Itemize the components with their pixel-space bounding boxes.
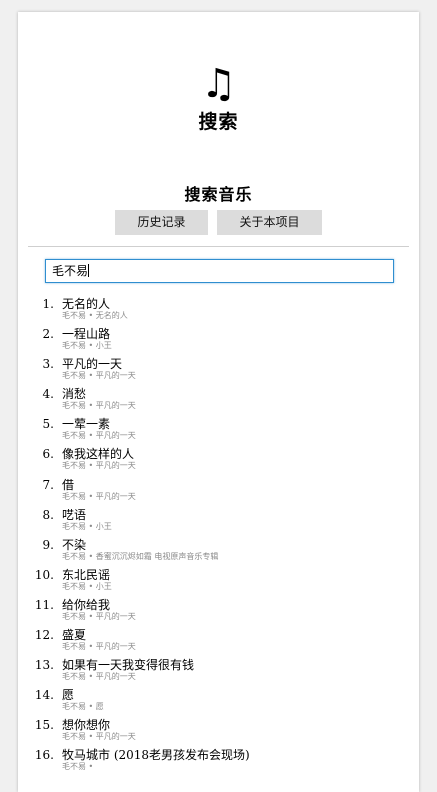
song-title[interactable]: 给你给我 — [62, 597, 110, 613]
result-number: 14. — [34, 688, 54, 703]
result-number: 15. — [34, 718, 54, 733]
result-number: 10. — [34, 567, 54, 582]
song-artist-album: 毛不易 • 平凡的一天 — [62, 491, 136, 501]
song-artist-album: 毛不易 • 平凡的一天 — [62, 642, 136, 652]
song-title[interactable]: 平凡的一天 — [62, 356, 122, 372]
song-artist-album: 毛不易 • 小王 — [62, 341, 112, 351]
app-page: ♫ 搜索 搜索音乐 历史记录 关于本项目 毛不易 1. 无名的人 毛不易 • 无名的… — [18, 12, 419, 792]
result-number: 9. — [42, 537, 54, 552]
song-artist-album: 毛不易 • 香蜜沉沉烬如霜 电视原声音乐专辑 — [62, 551, 219, 561]
song-title[interactable]: 借 — [62, 477, 74, 493]
result-item[interactable]: 2. 一程山路 毛不易 • 小王 — [18, 326, 419, 356]
song-title[interactable]: 东北民谣 — [62, 567, 110, 583]
result-number: 4. — [42, 387, 54, 402]
result-item[interactable]: 3. 平凡的一天 毛不易 • 平凡的一天 — [18, 356, 419, 386]
result-item[interactable]: 8. 呓语 毛不易 • 小王 — [18, 507, 419, 537]
result-item[interactable]: 12. 盛夏 毛不易 • 平凡的一天 — [18, 627, 419, 657]
result-number: 3. — [42, 357, 54, 372]
search-section-title: 搜索音乐 — [184, 185, 253, 204]
song-artist-album: 毛不易 • 小王 — [62, 521, 112, 531]
page-title: 搜索 — [198, 111, 239, 133]
results-list: 1. 无名的人 毛不易 • 无名的人 2. 一程山路 毛不易 • 小王 3. 平凡的一天 毛不易… — [18, 296, 419, 778]
song-artist-album: 毛不易 • 平凡的一天 — [62, 401, 136, 411]
song-title[interactable]: 如果有一天我变得很有钱 — [62, 657, 194, 673]
result-item[interactable]: 10. 东北民谣 毛不易 • 小王 — [18, 567, 419, 597]
song-artist-album: 毛不易 • 平凡的一天 — [62, 672, 136, 682]
song-title[interactable]: 牧马城市 (2018老男孩发布会现场) — [62, 747, 250, 763]
song-title[interactable]: 消愁 — [62, 386, 86, 402]
song-title[interactable]: 愿 — [62, 687, 74, 703]
result-item[interactable]: 5. 一荤一素 毛不易 • 平凡的一天 — [18, 416, 419, 446]
about-button[interactable]: 关于本项目 — [217, 210, 322, 235]
song-artist-album: 毛不易 • 平凡的一天 — [62, 611, 136, 621]
song-title[interactable]: 不染 — [62, 537, 86, 553]
song-title[interactable]: 一程山路 — [62, 326, 110, 342]
result-number: 1. — [42, 297, 54, 311]
song-artist-album: 毛不易 • 愿 — [62, 702, 104, 712]
result-item[interactable]: 9. 不染 毛不易 • 香蜜沉沉烬如霜 电视原声音乐专辑 — [18, 537, 419, 567]
song-artist-album: 毛不易 • — [62, 762, 94, 772]
result-item[interactable]: 7. 借毛不易 • 平凡的一天 — [18, 477, 419, 507]
song-artist-album: 毛不易 • 平凡的一天 — [62, 732, 136, 742]
result-number: 11. — [34, 597, 54, 612]
song-artist-album: 毛不易 • 无名的人 — [62, 311, 128, 320]
result-item[interactable]: 1. 无名的人 毛不易 • 无名的人 — [18, 296, 419, 326]
song-title[interactable]: 呓语 — [62, 507, 86, 523]
result-number: 6. — [42, 447, 54, 462]
song-title[interactable]: 盛夏 — [62, 627, 86, 643]
song-title[interactable]: 想你想你 — [62, 717, 110, 733]
result-item[interactable]: 16. 牧马城市 (2018老男孩发布会现场) 毛不易 • — [18, 747, 419, 777]
song-title[interactable]: 一荤一素 — [62, 416, 110, 432]
music-note-icon: ♫ — [200, 61, 237, 107]
search-input[interactable]: 毛不易 — [45, 259, 394, 283]
result-number: 16. — [34, 748, 54, 763]
result-item[interactable]: 6. 像我这样的人 毛不易 • 平凡的一天 — [18, 446, 419, 476]
result-item[interactable]: 15. 想你想你 毛不易 • 平凡的一天 — [18, 717, 419, 747]
result-item[interactable]: 14. 愿毛不易 • 愿 — [18, 687, 419, 717]
result-item[interactable]: 11. 给你给我 毛不易 • 平凡的一天 — [18, 597, 419, 627]
result-item[interactable]: 4. 消愁 毛不易 • 平凡的一天 — [18, 386, 419, 416]
divider — [28, 246, 409, 247]
search-input-value: 毛不易 — [52, 264, 89, 278]
result-number: 12. — [34, 628, 54, 643]
song-title[interactable]: 无名的人 — [62, 296, 110, 312]
result-number: 13. — [34, 658, 54, 673]
result-number: 8. — [42, 507, 54, 522]
result-number: 5. — [42, 417, 54, 432]
song-artist-album: 毛不易 • 平凡的一天 — [62, 371, 136, 381]
history-button[interactable]: 历史记录 — [115, 210, 208, 235]
song-artist-album: 毛不易 • 小王 — [62, 581, 112, 591]
result-item[interactable]: 13. 如果有一天我变得很有钱 毛不易 • 平凡的一天 — [18, 657, 419, 687]
result-number: 7. — [42, 477, 54, 492]
song-artist-album: 毛不易 • 平凡的一天 — [62, 461, 136, 471]
result-number: 2. — [42, 327, 54, 342]
song-artist-album: 毛不易 • 平凡的一天 — [62, 431, 136, 441]
